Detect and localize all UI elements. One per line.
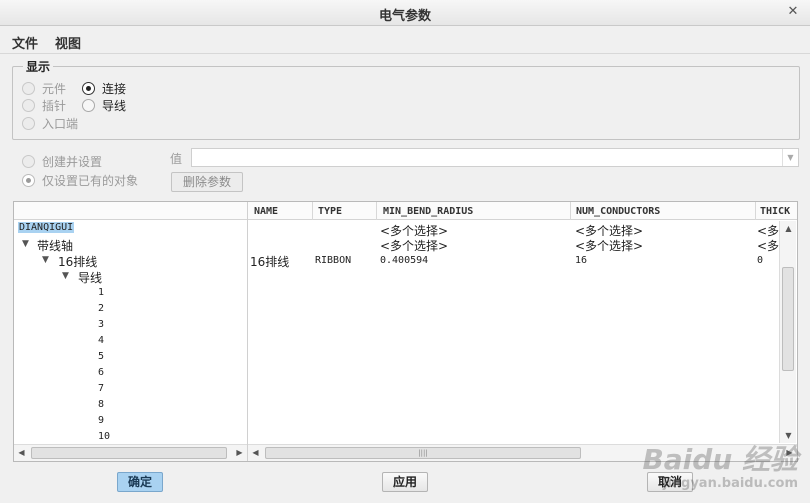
ok-button[interactable]: 确定 — [117, 472, 163, 492]
delete-parameter-button[interactable]: 删除参数 — [171, 172, 243, 192]
vertical-scrollbar[interactable]: ▲ ▼ — [779, 221, 796, 443]
radio-label: 插针 — [42, 98, 67, 113]
radio-circle — [82, 98, 95, 112]
tree-node-ribbon-spool[interactable]: 带线轴 — [37, 237, 73, 254]
scroll-up-icon[interactable]: ▲ — [780, 221, 797, 236]
cell-name[interactable]: 16排线 — [250, 253, 289, 270]
menu-file[interactable]: 文件 — [12, 33, 38, 52]
parameter-table: NAME TYPE MIN_BEND_RADIUS NUM_CONDUCTORS… — [13, 201, 798, 462]
tree-node-wire[interactable]: 7 — [98, 383, 104, 394]
radio-circle — [22, 81, 35, 95]
radio-wire[interactable]: 导线 — [82, 97, 126, 113]
tree-node-wire[interactable]: 2 — [98, 303, 104, 314]
value-label: 值 — [170, 152, 183, 166]
radio-label: 创建并设置 — [42, 154, 103, 169]
scroll-left-icon[interactable]: ◀ — [248, 445, 263, 461]
tree-node-ribbon-cable[interactable]: 16排线 — [58, 253, 97, 270]
tree-node-wire[interactable]: 5 — [98, 351, 104, 362]
tree-node-wire[interactable]: 1 — [98, 287, 104, 298]
column-header-type[interactable]: TYPE — [318, 206, 342, 217]
radio-connection[interactable]: 连接 — [82, 80, 126, 96]
pane-divider[interactable] — [247, 202, 248, 461]
tree-node-wire[interactable]: 3 — [98, 319, 104, 330]
watermark-line2: jingyan.baidu.com — [662, 476, 798, 491]
vertical-scroll-thumb[interactable] — [782, 267, 794, 371]
radio-set-existing-only[interactable]: 仅设置已有的对象 — [22, 172, 138, 188]
apply-button[interactable]: 应用 — [382, 472, 428, 492]
radio-component[interactable]: 元件 — [22, 80, 66, 96]
cell-min-bend-radius[interactable]: 0.400594 — [380, 255, 428, 266]
menu-bar: 文件 视图 — [0, 26, 810, 54]
tree-node-wire[interactable]: 9 — [98, 415, 104, 426]
close-icon[interactable]: ✕ — [784, 3, 802, 21]
radio-label: 导线 — [102, 98, 127, 113]
scroll-left-icon[interactable]: ◀ — [14, 445, 29, 461]
display-group: 显示 — [12, 58, 800, 140]
column-header-name[interactable]: NAME — [254, 206, 278, 217]
tree-node-root[interactable]: DIANQIGUI — [18, 222, 75, 233]
radio-label: 入口端 — [42, 116, 79, 131]
tree-node-wire[interactable]: 8 — [98, 399, 104, 410]
cell-min-bend-radius[interactable]: <多个选择> — [380, 237, 448, 254]
cell-thick[interactable]: <多 — [757, 237, 779, 254]
cell-num-conductors[interactable]: <多个选择> — [575, 237, 643, 254]
table-header: NAME TYPE MIN_BEND_RADIUS NUM_CONDUCTORS… — [14, 202, 797, 220]
menu-view[interactable]: 视图 — [55, 33, 81, 52]
horizontal-scroll-thumb[interactable]: |||| — [265, 447, 581, 459]
value-input[interactable]: ▼ — [191, 148, 799, 167]
cell-num-conductors[interactable]: 16 — [575, 255, 587, 266]
column-header-min-bend-radius[interactable]: MIN_BEND_RADIUS — [383, 206, 473, 217]
watermark-logo: Baidu 经验 jingyan.baidu.com — [642, 438, 798, 491]
scroll-right-icon[interactable]: ▶ — [232, 445, 247, 461]
collapse-triangle-icon[interactable]: ▼ — [62, 271, 69, 281]
tree-node-wire[interactable]: 6 — [98, 367, 104, 378]
collapse-triangle-icon[interactable]: ▼ — [42, 255, 49, 265]
window-title: 电气参数 — [378, 9, 431, 24]
tree-node-wires[interactable]: 导线 — [78, 269, 102, 286]
title-bar: 电气参数 ✕ — [0, 0, 810, 26]
radio-circle — [22, 154, 35, 168]
collapse-triangle-icon[interactable]: ▼ — [22, 239, 29, 249]
column-header-num-conductors[interactable]: NUM_CONDUCTORS — [576, 206, 660, 217]
radio-entry-port[interactable]: 入口端 — [22, 115, 78, 131]
display-legend: 显示 — [23, 58, 54, 75]
radio-label: 连接 — [102, 81, 127, 96]
radio-label: 元件 — [42, 81, 67, 96]
chevron-down-icon[interactable]: ▼ — [782, 149, 798, 166]
horizontal-scroll-thumb[interactable] — [31, 447, 227, 459]
radio-label: 仅设置已有的对象 — [42, 173, 139, 188]
cell-type[interactable]: RIBBON — [315, 255, 351, 266]
tree-node-wire[interactable]: 4 — [98, 335, 104, 346]
tree-horizontal-scrollbar[interactable]: ◀ ▶ — [14, 444, 247, 461]
column-header-thick[interactable]: THICK — [760, 206, 790, 217]
cell-thick[interactable]: 0 — [757, 255, 763, 266]
radio-create-and-set[interactable]: 创建并设置 — [22, 153, 102, 169]
tree-node-wire[interactable]: 10 — [98, 431, 110, 442]
radio-circle — [22, 116, 35, 130]
radio-circle — [82, 81, 95, 95]
radio-pin[interactable]: 插针 — [22, 97, 66, 113]
radio-circle — [22, 98, 35, 112]
radio-circle — [22, 173, 35, 187]
watermark-line1: Baidu 经验 — [642, 443, 798, 476]
